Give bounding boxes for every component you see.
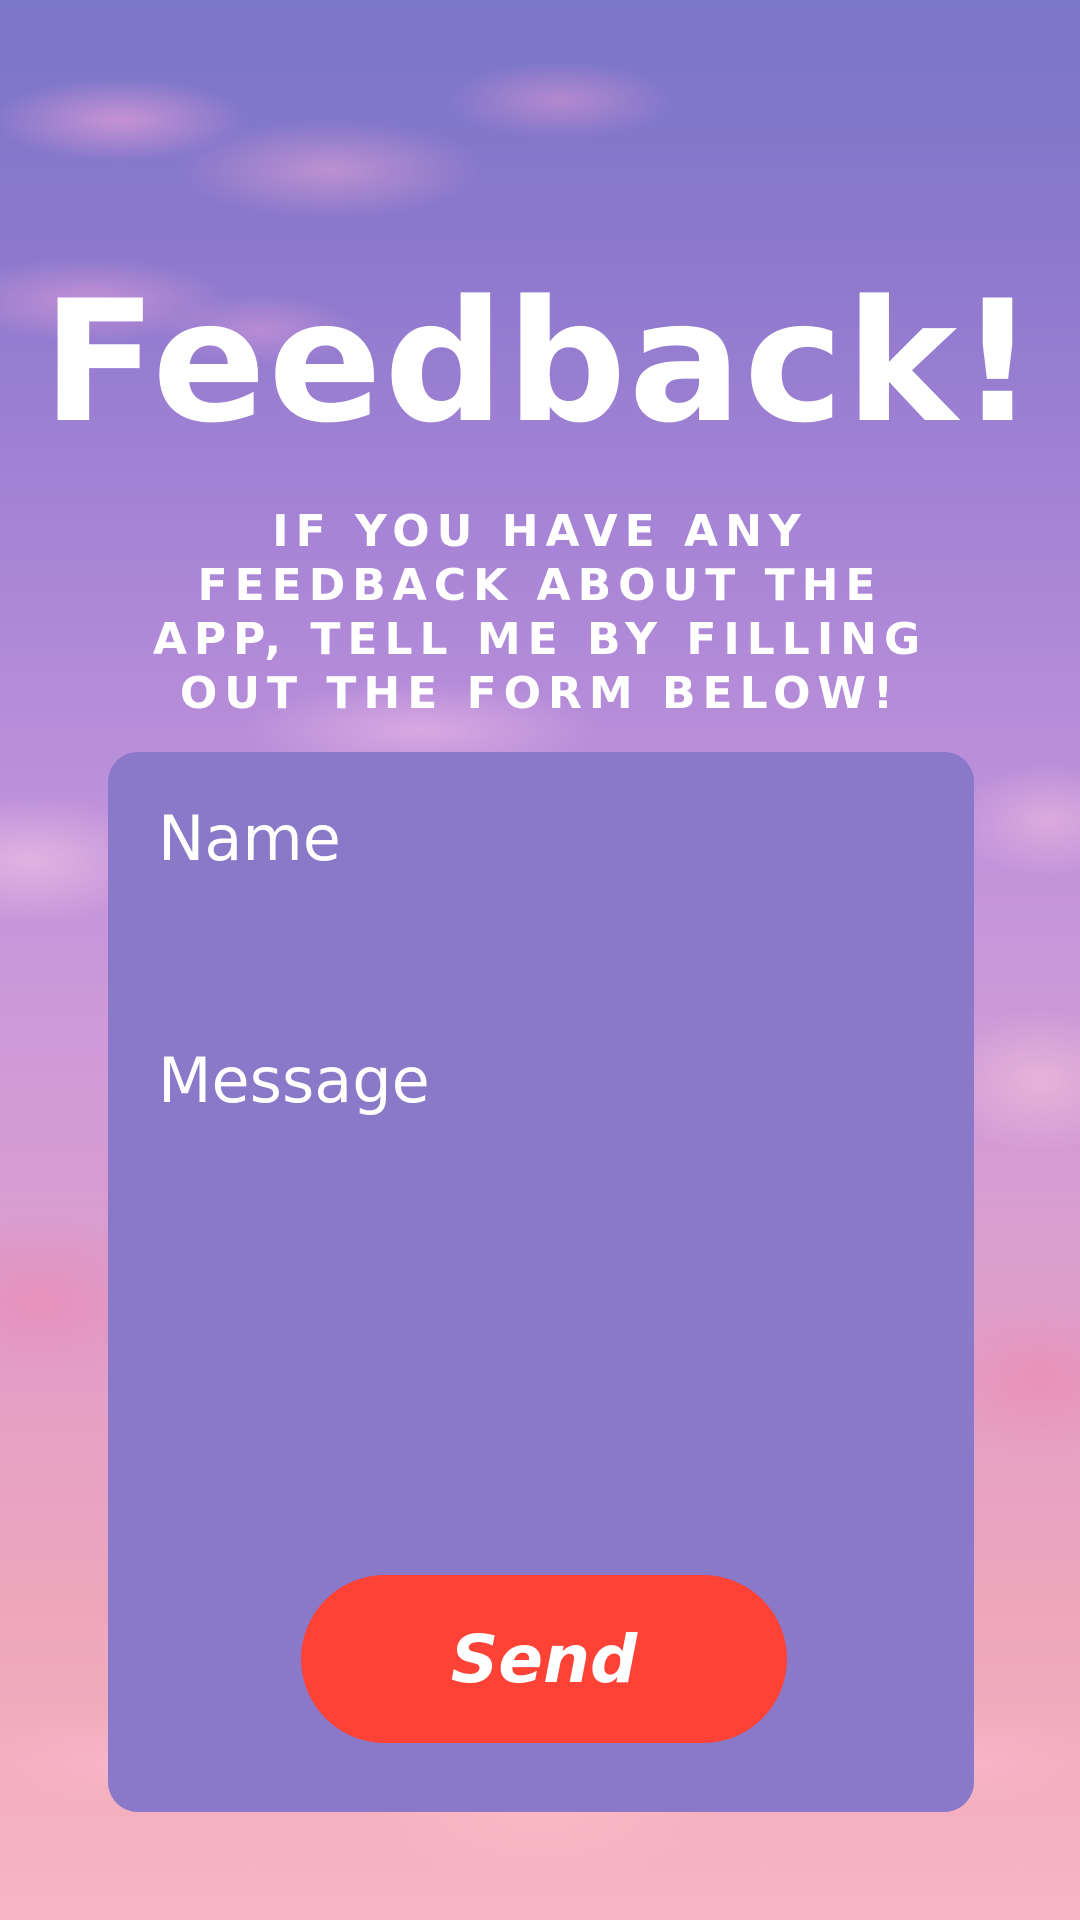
- message-label: Message: [158, 1044, 430, 1117]
- feedback-form: Name Message Send: [108, 752, 974, 1812]
- send-button[interactable]: Send: [301, 1575, 787, 1743]
- name-label: Name: [158, 802, 341, 875]
- name-input[interactable]: [158, 902, 928, 984]
- message-input[interactable]: [158, 1147, 928, 1571]
- page-title: Feedback!: [42, 264, 1038, 460]
- page-subtitle: IF YOU HAVE ANY FEEDBACK ABOUT THE APP, …: [152, 506, 928, 719]
